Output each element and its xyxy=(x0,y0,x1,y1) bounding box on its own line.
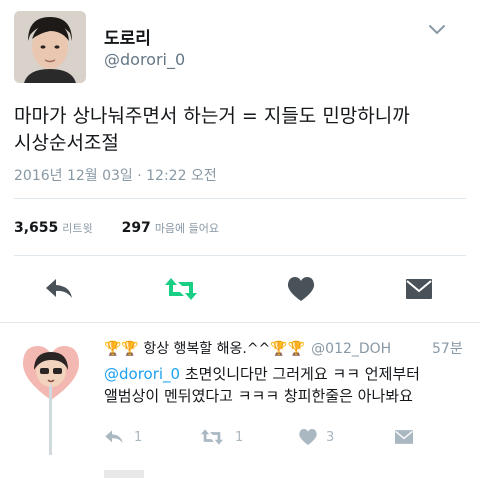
reply-display-name[interactable]: 🏆🏆 항상 행복할 해옹.^^🏆🏆 xyxy=(104,341,305,357)
reply-retweet-count: 1 xyxy=(235,430,244,445)
tweet-stats: 3,655 리트윗 297 마음에 들어요 xyxy=(14,220,219,238)
reply-text: @dorori_0 초면잇니다만 그러게요 ㅋㅋ 언제부터 앨범상이 멘뒤였다고… xyxy=(104,363,464,407)
reply-icon[interactable] xyxy=(44,276,74,302)
reply-tweet[interactable]: 🏆🏆 항상 행복할 해옹.^^🏆🏆 @012_DOH 57분 @dorori_0 … xyxy=(0,330,480,478)
like-label[interactable]: 마음에 들어요 xyxy=(155,222,219,235)
tweet-header: 도로리 @dorori_0 xyxy=(0,0,480,90)
next-reply-partial xyxy=(104,470,144,478)
chevron-down-icon[interactable] xyxy=(428,22,446,36)
avatar[interactable] xyxy=(14,11,86,83)
message-icon[interactable] xyxy=(404,276,434,302)
divider xyxy=(14,198,466,199)
retweet-count[interactable]: 3,655 xyxy=(14,220,58,236)
divider xyxy=(14,255,466,256)
user-handle[interactable]: @dorori_0 xyxy=(104,50,185,69)
tweet-text-line: 시상순서조절 xyxy=(14,132,119,154)
like-count[interactable]: 297 xyxy=(122,220,151,236)
tweet-text-line: 마마가 상나눠주면서 하는거 = 지들도 민망하니까 xyxy=(14,105,410,127)
reply-reply-action[interactable]: 1 xyxy=(104,428,144,448)
retweet-label[interactable]: 리트윗 xyxy=(62,222,92,235)
reply-text-line: 초면잇니다만 그러게요 ㅋㅋ 언제부터 xyxy=(180,365,420,383)
reply-reply-count: 1 xyxy=(134,430,143,445)
reply-like-action[interactable]: 3 xyxy=(298,428,338,448)
mention-link[interactable]: @dorori_0 xyxy=(104,365,180,383)
heart-icon[interactable] xyxy=(286,276,316,302)
reply-message-action[interactable] xyxy=(393,428,415,448)
reply-time: 57분 xyxy=(432,341,463,357)
retweet-icon[interactable] xyxy=(164,276,197,302)
reply-header: 🏆🏆 항상 행복할 해옹.^^🏆🏆 @012_DOH xyxy=(104,338,391,358)
thread-line xyxy=(49,385,52,455)
display-name[interactable]: 도로리 xyxy=(104,24,151,49)
tweet-text: 마마가 상나눠주면서 하는거 = 지들도 민망하니까 시상순서조절 xyxy=(14,103,464,157)
reply-retweet-action[interactable]: 1 xyxy=(200,428,246,448)
tweet-action-bar xyxy=(0,270,480,310)
reply-like-count: 3 xyxy=(326,430,335,445)
reply-action-bar: 1 1 3 xyxy=(0,428,480,452)
tweet-timestamp: 2016년 12월 03일 · 12:22 오전 xyxy=(14,168,217,184)
divider xyxy=(0,322,480,323)
reply-text-line: 앨범상이 멘뒤였다고 ㅋㅋㅋ 창피한줄은 아나봐요 xyxy=(104,387,413,405)
reply-handle[interactable]: @012_DOH xyxy=(311,341,391,357)
